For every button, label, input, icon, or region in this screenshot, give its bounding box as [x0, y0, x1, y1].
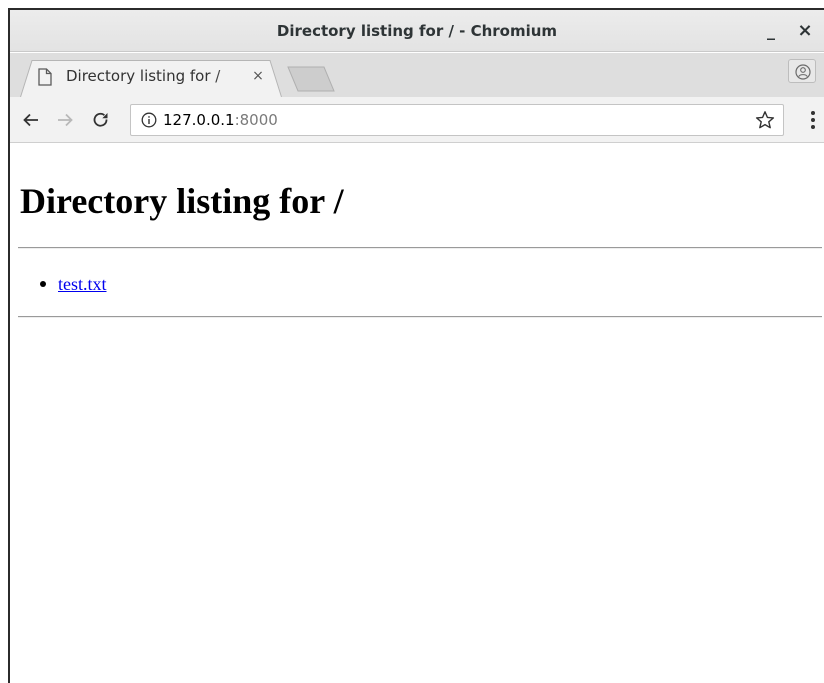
profile-button[interactable]: [788, 59, 816, 83]
page-heading: Directory listing for /: [20, 181, 344, 221]
toolbar: 127.0.0.1:8000: [10, 97, 824, 143]
kebab-menu-icon[interactable]: [810, 110, 816, 130]
back-arrow-icon[interactable]: [22, 111, 40, 129]
person-icon: [795, 64, 811, 80]
document-icon: [38, 68, 52, 86]
divider: [18, 247, 822, 249]
url-text[interactable]: 127.0.0.1:8000: [163, 105, 278, 135]
file-link[interactable]: test.txt: [58, 274, 107, 294]
list-item: test.txt: [40, 272, 107, 296]
bullet: [40, 281, 46, 287]
reload-icon[interactable]: [92, 111, 110, 129]
address-bar[interactable]: 127.0.0.1:8000: [130, 104, 784, 136]
title-bar[interactable]: Directory listing for / - Chromium _ ×: [10, 10, 824, 52]
new-tab-button[interactable]: [286, 66, 336, 92]
tab-title: Directory listing for /: [66, 67, 221, 85]
forward-arrow-icon[interactable]: [56, 111, 74, 129]
divider: [18, 316, 822, 318]
page-content: Directory listing for / test.txt: [10, 144, 824, 683]
minimize-button[interactable]: _: [756, 10, 786, 52]
url-port: :8000: [234, 111, 278, 129]
close-window-button[interactable]: ×: [790, 10, 820, 52]
star-icon[interactable]: [755, 110, 775, 130]
browser-window: Directory listing for / - Chromium _ × D…: [8, 8, 824, 683]
window-title: Directory listing for / - Chromium: [276, 22, 558, 40]
close-tab-button[interactable]: ×: [250, 65, 266, 87]
tab-strip: Directory listing for / ×: [10, 53, 824, 97]
file-list: test.txt: [40, 272, 107, 296]
info-icon[interactable]: [141, 112, 157, 128]
url-host: 127.0.0.1: [163, 111, 235, 129]
